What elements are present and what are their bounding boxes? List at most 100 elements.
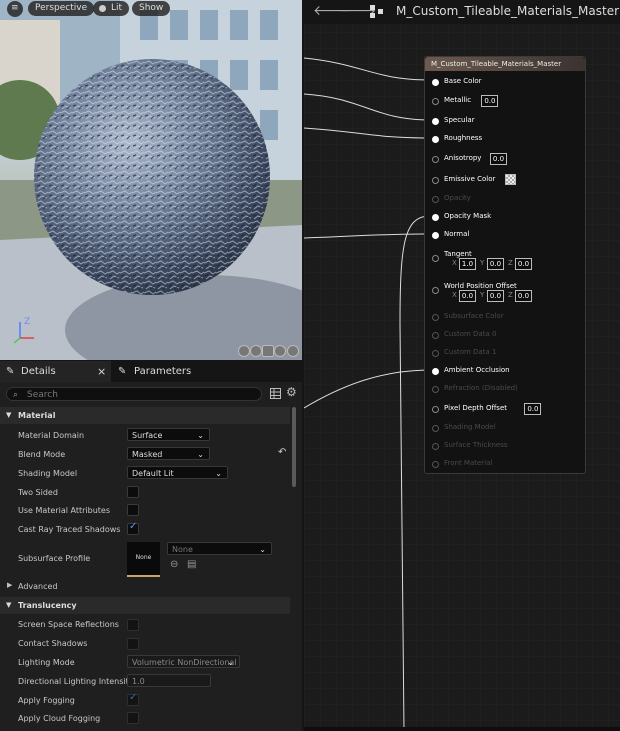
- screen-space-reflections-checkbox[interactable]: [127, 619, 139, 631]
- lit-button[interactable]: Lit: [93, 1, 130, 16]
- contact-shadows-label: Contact Shadows: [18, 639, 88, 648]
- table-view-icon[interactable]: [270, 388, 281, 399]
- vector-z-input[interactable]: 0.0: [515, 290, 532, 302]
- reset-arrow-icon[interactable]: ↶: [278, 447, 286, 458]
- shading-model-dropdown[interactable]: Default Lit ⌄: [127, 466, 228, 479]
- use-material-attributes-checkbox[interactable]: [127, 504, 139, 516]
- chevron-down-icon: ▼: [6, 411, 12, 419]
- color-swatch[interactable]: [505, 174, 517, 185]
- preview-plane-icon[interactable]: [262, 345, 274, 357]
- pin-connector-icon[interactable]: [432, 98, 439, 105]
- close-icon[interactable]: ×: [97, 361, 106, 382]
- pin-connector-icon[interactable]: [432, 118, 439, 125]
- use-selected-asset-icon[interactable]: ⊖: [170, 559, 178, 570]
- preview-sphere-icon[interactable]: [238, 345, 250, 357]
- tab-details[interactable]: ✎ Details ×: [0, 361, 111, 382]
- subsurface-profile-dropdown[interactable]: None ⌄: [167, 542, 272, 555]
- pin-connector-icon[interactable]: [432, 177, 439, 184]
- search-input[interactable]: ⌕ Search: [6, 387, 262, 401]
- pin-label: Custom Data 0: [444, 330, 497, 338]
- search-placeholder: Search: [27, 390, 58, 400]
- settings-gear-icon[interactable]: ⚙: [286, 385, 297, 399]
- pin-connector-icon[interactable]: [432, 255, 439, 262]
- pin-connector-icon[interactable]: [432, 79, 439, 86]
- pin-value-input[interactable]: 0.0: [524, 403, 542, 415]
- lit-label: Lit: [111, 3, 123, 13]
- pin-connector-icon[interactable]: [432, 425, 439, 432]
- chevron-down-icon: ⌄: [227, 658, 234, 667]
- vector-x-input[interactable]: 1.0: [459, 258, 476, 270]
- directional-lighting-intensity-label: Directional Lighting Intensity: [18, 677, 134, 686]
- lighting-mode-label: Lighting Mode: [18, 658, 75, 667]
- two-sided-checkbox[interactable]: [127, 486, 139, 498]
- section-advanced[interactable]: ▶ Advanced: [0, 579, 290, 595]
- pin-connector-icon[interactable]: [432, 196, 439, 203]
- pin-connector-icon[interactable]: [432, 136, 439, 143]
- apply-fogging-checkbox[interactable]: [127, 692, 139, 706]
- browse-asset-icon[interactable]: ▤: [187, 559, 196, 570]
- tab-details-label: Details: [21, 366, 56, 377]
- section-material[interactable]: ▼ Material: [0, 407, 290, 424]
- pin-label: Tangent: [444, 250, 472, 258]
- blend-mode-label: Blend Mode: [18, 450, 66, 459]
- pin-value-input[interactable]: 0.0: [481, 95, 499, 107]
- search-icon: ⌕: [13, 390, 19, 400]
- perspective-button[interactable]: Perspective: [28, 1, 95, 16]
- pin-connector-icon[interactable]: [432, 314, 439, 321]
- section-advanced-label: Advanced: [18, 582, 58, 591]
- pin-connector-icon[interactable]: [432, 406, 439, 413]
- blend-mode-dropdown[interactable]: Masked ⌄: [127, 447, 210, 460]
- tab-parameters[interactable]: ✎ Parameters: [115, 361, 235, 382]
- apply-cloud-fogging-checkbox[interactable]: [127, 712, 139, 724]
- chevron-right-icon: ▶: [7, 581, 13, 589]
- material-domain-dropdown[interactable]: Surface ⌄: [127, 428, 210, 441]
- preview-cube-icon[interactable]: [274, 345, 286, 357]
- graph-wires: [304, 57, 424, 731]
- pencil-icon: ✎: [118, 366, 127, 377]
- apply-cloud-fogging-label: Apply Cloud Fogging: [18, 714, 101, 723]
- subsurface-profile-thumbnail[interactable]: None: [127, 542, 160, 577]
- material-output-node[interactable]: M_Custom_Tileable_Materials_Master Base …: [424, 56, 586, 474]
- shading-model-value: Default Lit: [132, 469, 174, 478]
- pin-connector-icon[interactable]: [432, 232, 439, 239]
- pin-label: Surface Thickness: [444, 441, 508, 449]
- details-scrollbar[interactable]: [292, 407, 296, 487]
- directional-lighting-intensity-value: 1.0: [132, 677, 145, 686]
- shading-model-label: Shading Model: [18, 469, 78, 478]
- pin-connector-icon[interactable]: [432, 156, 439, 163]
- pin-connector-icon[interactable]: [432, 386, 439, 393]
- pin-connector-icon[interactable]: [432, 368, 439, 375]
- chevron-down-icon: ⌄: [197, 431, 204, 440]
- pin-label: Opacity Mask: [444, 212, 492, 220]
- pin-connector-icon[interactable]: [432, 332, 439, 339]
- pin-connector-icon[interactable]: [432, 214, 439, 221]
- pin-connector-icon[interactable]: [432, 461, 439, 468]
- vector-y-input[interactable]: 0.0: [487, 258, 504, 270]
- vector-y-input[interactable]: 0.0: [487, 290, 504, 302]
- material-preview-viewport[interactable]: ≡ Perspective Lit Show Z: [0, 0, 302, 360]
- pin-connector-icon[interactable]: [432, 287, 439, 294]
- axis-z-label: Z: [508, 259, 513, 267]
- pin-label: World Position Offset: [444, 282, 517, 290]
- preview-mesh-icon[interactable]: [287, 345, 299, 357]
- axis-z-label: Z: [508, 291, 513, 299]
- directional-lighting-intensity-input[interactable]: 1.0: [127, 674, 211, 687]
- viewport-menu-button[interactable]: ≡: [7, 1, 23, 17]
- contact-shadows-checkbox[interactable]: [127, 638, 139, 650]
- axis-y-label: Y: [480, 259, 485, 267]
- lighting-mode-dropdown[interactable]: Volumetric NonDirectional ⌄: [127, 655, 240, 668]
- section-translucency[interactable]: ▼ Translucency: [0, 597, 290, 614]
- preview-cylinder-icon[interactable]: [250, 345, 262, 357]
- material-domain-value: Surface: [132, 431, 163, 440]
- cast-ray-traced-shadows-checkbox[interactable]: [127, 521, 139, 535]
- pin-value-input[interactable]: 0.0: [490, 153, 507, 165]
- pin-connector-icon[interactable]: [432, 350, 439, 357]
- pin-label: Specular: [444, 116, 475, 124]
- chevron-down-icon: ⌄: [215, 469, 222, 478]
- lighting-mode-value: Volumetric NonDirectional: [132, 658, 237, 667]
- show-button[interactable]: Show: [132, 1, 171, 16]
- vector-x-input[interactable]: 0.0: [459, 290, 476, 302]
- subsurface-thumb-label: None: [135, 554, 152, 561]
- pin-connector-icon[interactable]: [432, 443, 439, 450]
- vector-z-input[interactable]: 0.0: [515, 258, 532, 270]
